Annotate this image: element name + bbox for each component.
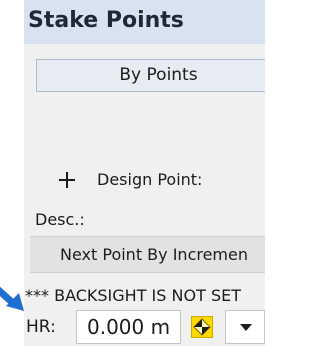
stake-points-screen: Stake Points By Points Design Point: Des…: [0, 0, 265, 346]
left-strip: [0, 0, 24, 286]
hr-label: HR:: [26, 317, 56, 337]
hr-input[interactable]: [76, 310, 181, 344]
desc-label: Desc.:: [35, 210, 85, 229]
by-points-button[interactable]: By Points: [36, 59, 265, 92]
backsight-warning: *** BACKSIGHT IS NOT SET: [25, 286, 241, 305]
page-title: Stake Points: [28, 8, 184, 33]
plus-icon[interactable]: [55, 168, 79, 192]
pointer-arrow-icon: [0, 286, 24, 311]
design-point-label: Design Point:: [97, 170, 203, 189]
header-bar: Stake Points: [24, 0, 265, 44]
next-point-by-increment-button[interactable]: Next Point By Incremen: [30, 236, 265, 273]
target-icon[interactable]: [191, 316, 213, 338]
hr-dropdown-button[interactable]: [225, 310, 265, 344]
chevron-down-icon: [240, 324, 252, 331]
